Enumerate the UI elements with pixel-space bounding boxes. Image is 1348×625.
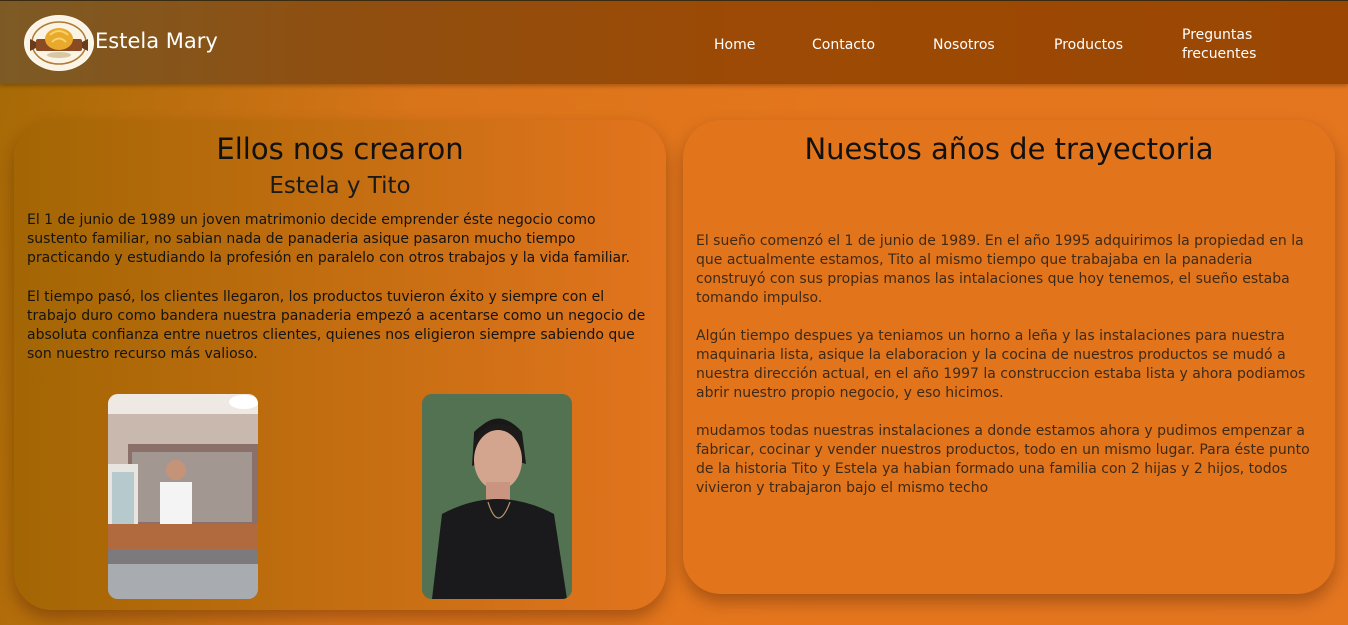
founders-card: Ellos nos crearon Estela y Tito El 1 de … (14, 120, 666, 610)
estela-photo (422, 394, 572, 599)
nav-nosotros[interactable]: Nosotros (933, 36, 995, 55)
founders-title: Ellos nos crearon (216, 132, 464, 166)
tito-photo (108, 394, 258, 599)
trayectoria-paragraph-3: mudamos todas nuestras instalaciones a d… (696, 423, 1310, 496)
top-navbar: Estela Mary Home Contacto Nosotros Produ… (0, 0, 1348, 84)
nav-preguntas-frecuentes[interactable]: Preguntas frecuentes (1182, 26, 1272, 64)
bread-basket-logo-icon[interactable] (24, 15, 94, 71)
trayectoria-paragraph-2: Algún tiempo despues ya teniamos un horn… (696, 328, 1306, 401)
trayectoria-title: Nuestos años de trayectoria (804, 132, 1214, 166)
nav-contacto[interactable]: Contacto (812, 36, 875, 55)
founders-subtitle: Estela y Tito (269, 173, 411, 199)
nav-home[interactable]: Home (714, 36, 755, 55)
brand-name[interactable]: Estela Mary (95, 29, 218, 53)
founders-paragraph-2: El tiempo pasó, los clientes llegaron, l… (27, 289, 646, 362)
founders-paragraph-1: El 1 de junio de 1989 un joven matrimoni… (27, 212, 631, 266)
trayectoria-paragraph-1: El sueño comenzó el 1 de junio de 1989. … (696, 233, 1304, 306)
trayectoria-card: Nuestos años de trayectoria El sueño com… (683, 120, 1335, 594)
nav-productos[interactable]: Productos (1054, 36, 1123, 55)
